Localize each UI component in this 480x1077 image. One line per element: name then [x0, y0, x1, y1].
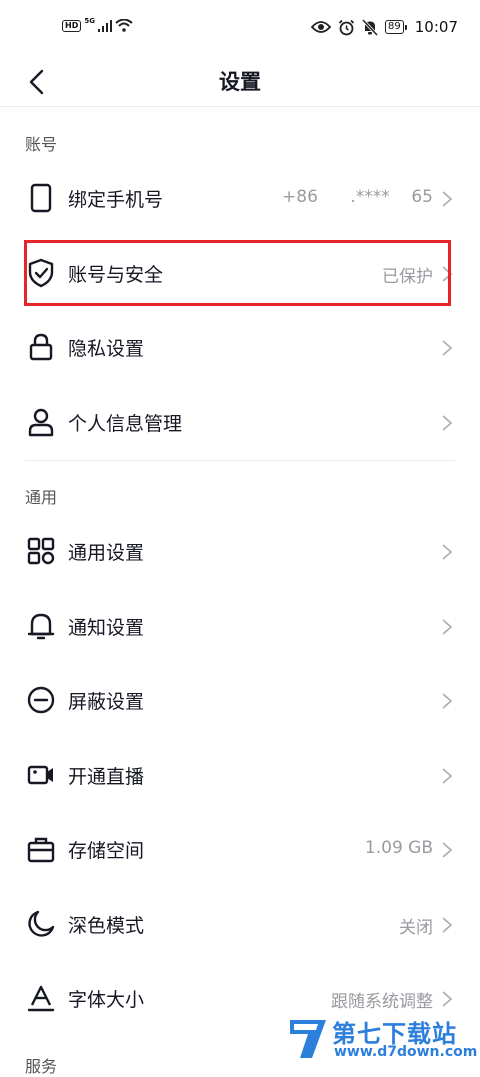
clock: 10:07 [414, 18, 458, 36]
video-camera-icon [27, 765, 53, 785]
chevron-right-icon [442, 842, 453, 858]
moon-icon [28, 910, 55, 937]
row-label: 通用设置 [68, 542, 145, 564]
row-label: 开通直播 [68, 766, 145, 788]
row-general-settings[interactable]: 通用设置 [0, 514, 480, 588]
status-right: 89 10:07 [311, 18, 458, 36]
row-live-stream[interactable]: 开通直播 [0, 738, 480, 812]
wifi-icon [115, 19, 133, 32]
watermark: 第七下载站 www.d7down.com [286, 1012, 478, 1064]
chevron-right-icon [442, 544, 453, 560]
row-block-settings[interactable]: 屏蔽设置 [0, 663, 480, 737]
status-bar: HD 5G 89 10:07 [0, 0, 480, 58]
mute-bell-icon [362, 18, 379, 36]
row-value-font-size: 跟随系统调整 [331, 992, 433, 1012]
row-value-dark-mode: 关闭 [399, 918, 433, 938]
grid-icon [27, 537, 55, 565]
section-header-general: 通用 [25, 488, 58, 507]
row-label: 字体大小 [68, 989, 145, 1011]
site-logo-icon [290, 1020, 326, 1058]
battery-indicator: 89 [385, 20, 407, 34]
section-header-account: 账号 [25, 135, 58, 154]
font-size-icon [27, 985, 55, 1012]
row-label: 隐私设置 [68, 338, 145, 360]
lock-icon [29, 333, 53, 361]
chevron-right-icon [442, 693, 453, 709]
row-storage[interactable]: 存储空间 1.09 GB [0, 812, 480, 886]
minus-circle-icon [27, 686, 55, 714]
row-label: 个人信息管理 [68, 413, 183, 435]
row-personal-info[interactable]: 个人信息管理 [0, 385, 480, 459]
section-header-service: 服务 [25, 1057, 58, 1076]
highlight-box [24, 240, 451, 306]
bell-icon [27, 613, 55, 640]
chevron-right-icon [442, 917, 453, 933]
signal-icon [97, 19, 112, 32]
row-label: 存储空间 [68, 840, 145, 862]
row-label: 屏蔽设置 [68, 691, 145, 713]
status-left: HD 5G [62, 16, 133, 32]
row-value-phone: +86 .**** 65 [282, 187, 433, 207]
chevron-right-icon [442, 191, 453, 207]
alarm-icon [338, 19, 355, 35]
chevron-right-icon [442, 619, 453, 635]
chevron-right-icon [442, 991, 453, 1007]
briefcase-icon [27, 837, 55, 863]
row-bind-phone[interactable]: 绑定手机号 +86 .**** 65 [0, 161, 480, 235]
phone-icon [30, 183, 52, 213]
hd-badge: HD [62, 19, 82, 32]
row-privacy-settings[interactable]: 隐私设置 [0, 310, 480, 384]
network-type: 5G [84, 16, 95, 25]
row-value-storage: 1.09 GB [364, 838, 433, 858]
row-dark-mode[interactable]: 深色模式 关闭 [0, 887, 480, 961]
section-divider [25, 460, 455, 461]
chevron-right-icon [442, 340, 453, 356]
nav-bar: 设置 [0, 58, 480, 107]
chevron-right-icon [442, 415, 453, 431]
watermark-url: www.d7down.com [334, 1044, 478, 1060]
chevron-right-icon [442, 768, 453, 784]
row-notification-settings[interactable]: 通知设置 [0, 589, 480, 663]
user-icon [28, 408, 54, 437]
page-title: 设置 [219, 70, 261, 94]
row-label: 通知设置 [68, 617, 145, 639]
row-label: 绑定手机号 [68, 189, 164, 211]
row-label: 深色模式 [68, 915, 145, 937]
eye-icon [311, 21, 332, 33]
